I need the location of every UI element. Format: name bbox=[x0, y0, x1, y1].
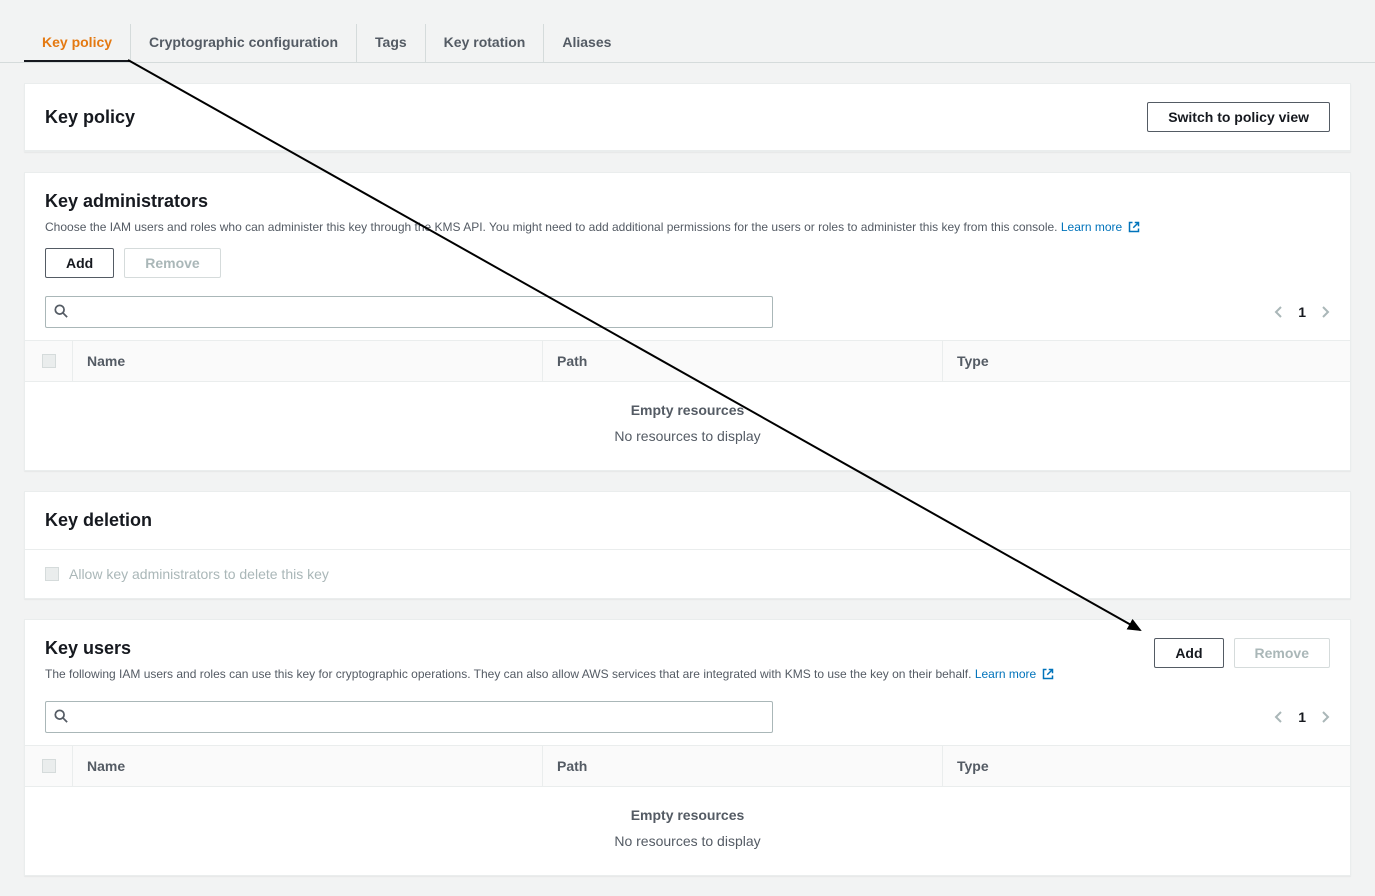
admins-next-page[interactable] bbox=[1320, 305, 1330, 319]
users-col-name[interactable]: Name bbox=[73, 746, 543, 786]
external-link-icon bbox=[1042, 667, 1054, 685]
deletion-allow-label: Allow key administrators to delete this … bbox=[69, 566, 329, 582]
users-pagination: 1 bbox=[1274, 709, 1330, 725]
key-admins-title: Key administrators bbox=[45, 191, 1330, 212]
admins-pagination: 1 bbox=[1274, 304, 1330, 320]
admins-empty-title: Empty resources bbox=[25, 402, 1350, 418]
tab-tags[interactable]: Tags bbox=[357, 24, 426, 62]
admins-add-button[interactable]: Add bbox=[45, 248, 114, 278]
admins-search-input[interactable] bbox=[74, 304, 764, 320]
admins-empty-state: Empty resources No resources to display bbox=[25, 382, 1350, 470]
admins-col-path[interactable]: Path bbox=[543, 341, 943, 381]
external-link-icon bbox=[1128, 220, 1140, 238]
users-empty-title: Empty resources bbox=[25, 807, 1350, 823]
users-empty-sub: No resources to display bbox=[25, 833, 1350, 849]
deletion-allow-checkbox[interactable] bbox=[45, 567, 59, 581]
admins-col-name[interactable]: Name bbox=[73, 341, 543, 381]
search-icon bbox=[54, 709, 68, 726]
tab-aliases[interactable]: Aliases bbox=[544, 24, 629, 62]
tab-key-rotation[interactable]: Key rotation bbox=[426, 24, 545, 62]
panel-key-users: Key users The following IAM users and ro… bbox=[24, 619, 1351, 876]
key-users-desc: The following IAM users and roles can us… bbox=[45, 667, 975, 681]
users-col-path[interactable]: Path bbox=[543, 746, 943, 786]
key-users-title: Key users bbox=[45, 638, 1154, 659]
key-users-learn-more-link[interactable]: Learn more bbox=[975, 667, 1054, 681]
tab-cryptographic-configuration[interactable]: Cryptographic configuration bbox=[131, 24, 357, 62]
key-deletion-title: Key deletion bbox=[45, 510, 152, 531]
admins-col-type[interactable]: Type bbox=[943, 341, 1350, 381]
admins-empty-sub: No resources to display bbox=[25, 428, 1350, 444]
key-policy-title: Key policy bbox=[45, 107, 135, 128]
users-remove-button[interactable]: Remove bbox=[1234, 638, 1330, 668]
panel-key-deletion: Key deletion Allow key administrators to… bbox=[24, 491, 1351, 599]
users-select-all[interactable] bbox=[25, 746, 73, 786]
tab-key-policy[interactable]: Key policy bbox=[24, 24, 131, 62]
users-next-page[interactable] bbox=[1320, 710, 1330, 724]
key-admins-learn-more-link[interactable]: Learn more bbox=[1061, 220, 1140, 234]
users-search-input-wrap[interactable] bbox=[45, 701, 773, 733]
users-prev-page[interactable] bbox=[1274, 710, 1284, 724]
users-page-number: 1 bbox=[1298, 709, 1306, 725]
search-icon bbox=[54, 304, 68, 321]
users-add-button[interactable]: Add bbox=[1154, 638, 1223, 668]
admins-select-all[interactable] bbox=[25, 341, 73, 381]
key-admins-desc: Choose the IAM users and roles who can a… bbox=[45, 220, 1061, 234]
panel-key-administrators: Key administrators Choose the IAM users … bbox=[24, 172, 1351, 471]
panel-key-policy: Key policy Switch to policy view bbox=[24, 83, 1351, 152]
users-table-header: Name Path Type bbox=[25, 745, 1350, 787]
admins-page-number: 1 bbox=[1298, 304, 1306, 320]
users-search-input[interactable] bbox=[74, 709, 764, 725]
admins-prev-page[interactable] bbox=[1274, 305, 1284, 319]
switch-policy-view-button[interactable]: Switch to policy view bbox=[1147, 102, 1330, 132]
users-col-type[interactable]: Type bbox=[943, 746, 1350, 786]
users-empty-state: Empty resources No resources to display bbox=[25, 787, 1350, 875]
tabs: Key policy Cryptographic configuration T… bbox=[0, 0, 1375, 63]
admins-table-header: Name Path Type bbox=[25, 340, 1350, 382]
admins-search-input-wrap[interactable] bbox=[45, 296, 773, 328]
admins-remove-button[interactable]: Remove bbox=[124, 248, 220, 278]
